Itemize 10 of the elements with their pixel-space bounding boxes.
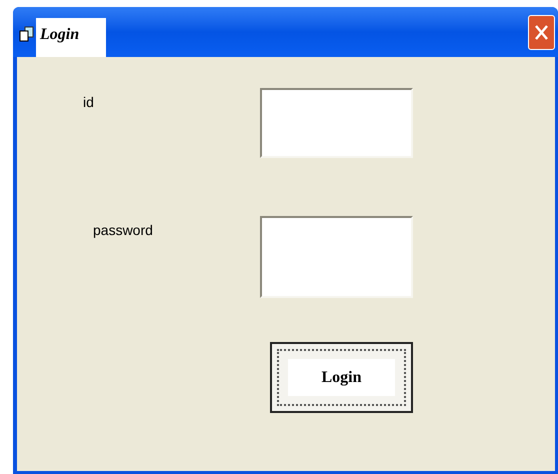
close-button[interactable] — [528, 14, 555, 50]
text-input[interactable] — [260, 88, 413, 158]
text-input[interactable] — [260, 216, 413, 298]
field-label: id — [83, 93, 95, 112]
field-label: password — [93, 221, 154, 240]
window-title: Login — [40, 25, 80, 45]
login-button[interactable]: Login — [270, 342, 413, 413]
window-app-icon — [19, 26, 35, 42]
close-icon — [534, 24, 549, 40]
button-label: Login — [321, 368, 362, 388]
